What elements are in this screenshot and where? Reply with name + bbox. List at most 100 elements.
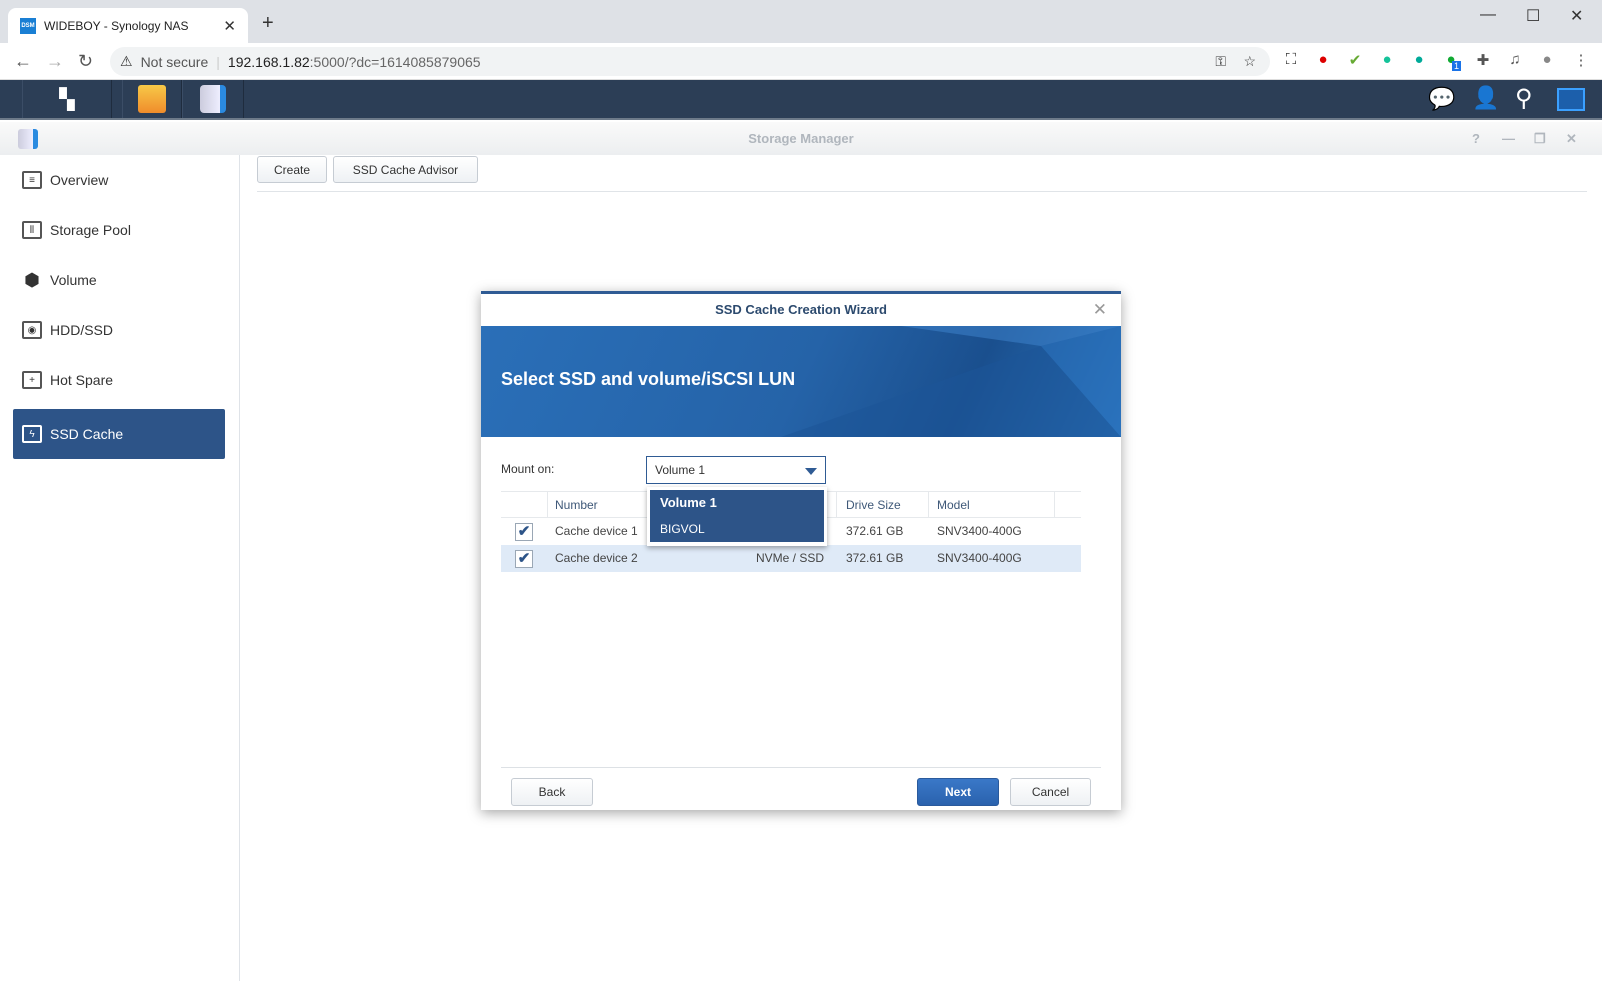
green-extension-icon[interactable]: ● 1 bbox=[1440, 51, 1462, 71]
dsm-favicon-icon: DSM bbox=[20, 17, 36, 34]
main-menu-button[interactable]: ▚ bbox=[22, 80, 112, 118]
sidebar-item-hdd-ssd[interactable]: ◉ HDD/SSD bbox=[13, 305, 225, 355]
search-icon[interactable]: ⚲ bbox=[1515, 84, 1533, 113]
close-dialog-icon[interactable]: ✕ bbox=[1093, 300, 1107, 320]
toolbar-divider bbox=[257, 191, 1587, 192]
sidebar-item-label: SSD Cache bbox=[50, 426, 124, 442]
row-checkbox[interactable]: ✔ bbox=[515, 550, 533, 568]
widgets-icon[interactable] bbox=[1557, 88, 1585, 111]
sidebar-item-label: HDD/SSD bbox=[50, 322, 114, 338]
sidebar-item-hot-spare[interactable]: + Hot Spare bbox=[13, 355, 225, 405]
window-title-bar: Storage Manager ? — ❐ ✕ bbox=[0, 122, 1602, 155]
screenshot-icon[interactable]: ⛶ bbox=[1280, 51, 1302, 68]
help-icon[interactable]: ? bbox=[1472, 122, 1480, 155]
dsm-taskbar: ▚ 💬 👤 ⚲ bbox=[0, 80, 1602, 120]
mount-on-select[interactable]: Volume 1 bbox=[646, 456, 826, 484]
package-center-icon bbox=[138, 85, 166, 113]
column-model[interactable]: Model bbox=[937, 492, 970, 519]
back-icon[interactable]: ← bbox=[14, 51, 32, 72]
table-row[interactable]: ✔ Cache device 2 NVMe / SSD 372.61 GB SN… bbox=[501, 545, 1081, 572]
close-icon[interactable]: ✕ bbox=[1566, 122, 1577, 155]
dialog-title: SSD Cache Creation Wizard bbox=[715, 302, 887, 317]
row-checkbox[interactable]: ✔ bbox=[515, 523, 533, 541]
cell-type: NVMe / SSD bbox=[756, 551, 825, 565]
grammarly-icon[interactable]: ● bbox=[1376, 51, 1398, 68]
security-label: Not secure bbox=[140, 53, 209, 70]
app-icon bbox=[18, 129, 38, 149]
footer-divider bbox=[501, 767, 1101, 768]
cell-model: SNV3400-400G bbox=[937, 551, 1022, 565]
ssd-cache-icon: ϟ bbox=[22, 425, 42, 443]
storage-pool-icon: ⦀ bbox=[22, 221, 42, 239]
ssd-cache-advisor-button[interactable]: SSD Cache Advisor bbox=[333, 156, 478, 183]
restore-icon[interactable]: ❐ bbox=[1534, 122, 1546, 155]
cell-size: 372.61 GB bbox=[846, 524, 904, 538]
media-icon[interactable]: ♫ bbox=[1504, 51, 1526, 68]
sidebar-item-label: Hot Spare bbox=[50, 372, 114, 388]
column-drive-size[interactable]: Drive Size bbox=[846, 492, 901, 519]
menu-icon[interactable]: ⋮ bbox=[1570, 51, 1592, 69]
back-button[interactable]: Back bbox=[511, 778, 593, 806]
option-bigvol[interactable]: BIGVOL bbox=[650, 516, 824, 542]
hdd-icon: ◉ bbox=[22, 321, 42, 339]
notifications-icon[interactable]: 💬 bbox=[1428, 86, 1455, 112]
mount-on-label: Mount on: bbox=[501, 462, 555, 476]
key-icon[interactable]: ⚿ bbox=[1215, 53, 1226, 70]
cancel-button[interactable]: Cancel bbox=[1010, 778, 1091, 806]
sidebar-item-volume[interactable]: ⬢ Volume bbox=[13, 255, 225, 305]
sidebar: ≡ Overview ⦀ Storage Pool ⬢ Volume ◉ HDD/SSD… bbox=[0, 155, 240, 981]
minimize-icon[interactable]: — bbox=[1502, 122, 1515, 155]
sidebar-item-overview[interactable]: ≡ Overview bbox=[13, 155, 225, 205]
sidebar-item-storage-pool[interactable]: ⦀ Storage Pool bbox=[13, 205, 225, 255]
browser-tab[interactable]: DSM WIDEBOY - Synology NAS ✕ bbox=[8, 8, 248, 43]
create-button[interactable]: Create bbox=[257, 156, 327, 183]
sidebar-item-label: Overview bbox=[50, 172, 109, 188]
next-button[interactable]: Next bbox=[917, 778, 999, 806]
new-tab-button[interactable]: + bbox=[262, 12, 274, 35]
package-center-button[interactable] bbox=[122, 80, 182, 118]
sidebar-item-label: Volume bbox=[50, 272, 97, 288]
adblock-icon[interactable]: ● bbox=[1312, 51, 1334, 68]
cell-size: 372.61 GB bbox=[846, 551, 904, 565]
column-number[interactable]: Number bbox=[555, 492, 598, 519]
storage-manager-icon bbox=[200, 85, 226, 113]
address-bar-row: ← → ↻ ⚠ Not secure | 192.168.1.82:5000/?… bbox=[0, 43, 1602, 80]
wizard-heading: Select SSD and volume/iSCSI LUN bbox=[501, 369, 796, 389]
sidebar-item-ssd-cache[interactable]: ϟ SSD Cache bbox=[13, 409, 225, 459]
minimize-window-button[interactable]: — bbox=[1480, 6, 1496, 24]
url-path: :5000/?dc=1614085879065 bbox=[309, 53, 481, 70]
cell-number: Cache device 1 bbox=[555, 524, 638, 538]
cell-number: Cache device 2 bbox=[555, 551, 638, 565]
cell-model: SNV3400-400G bbox=[937, 524, 1022, 538]
window-title: Storage Manager bbox=[748, 131, 854, 146]
url-host: 192.168.1.82 bbox=[227, 53, 310, 70]
sidebar-item-label: Storage Pool bbox=[50, 222, 131, 238]
hot-spare-icon: + bbox=[22, 371, 42, 389]
maximize-window-button[interactable]: ☐ bbox=[1526, 6, 1540, 26]
a-extension-icon[interactable]: ● bbox=[1408, 51, 1430, 68]
overview-icon: ≡ bbox=[22, 171, 42, 189]
storage-manager-button[interactable] bbox=[182, 80, 244, 118]
star-icon[interactable]: ☆ bbox=[1243, 53, 1256, 70]
reload-icon[interactable]: ↻ bbox=[78, 51, 93, 72]
warning-icon: ⚠ bbox=[120, 53, 133, 69]
mount-on-value: Volume 1 bbox=[655, 463, 706, 477]
chevron-down-icon bbox=[805, 468, 817, 475]
spellcheck-icon[interactable]: ✔ bbox=[1344, 51, 1366, 69]
mount-on-dropdown-list: Volume 1 BIGVOL bbox=[647, 487, 827, 546]
url-input[interactable]: ⚠ Not secure | 192.168.1.82:5000/?dc=161… bbox=[110, 47, 1270, 76]
profile-avatar[interactable]: ● bbox=[1536, 51, 1558, 68]
user-icon[interactable]: 👤 bbox=[1472, 85, 1499, 111]
tab-title: WIDEBOY - Synology NAS bbox=[44, 18, 189, 33]
extensions-puzzle-icon[interactable]: ✚ bbox=[1472, 51, 1494, 69]
close-tab-icon[interactable]: ✕ bbox=[223, 17, 236, 35]
volume-icon: ⬢ bbox=[24, 269, 40, 290]
option-volume-1[interactable]: Volume 1 bbox=[650, 490, 824, 516]
forward-icon[interactable]: → bbox=[46, 51, 64, 72]
grid-icon: ▚ bbox=[59, 88, 75, 111]
wizard-banner: Select SSD and volume/iSCSI LUN bbox=[481, 326, 1121, 437]
browser-tab-strip: DSM WIDEBOY - Synology NAS ✕ + — ☐ ✕ bbox=[0, 0, 1602, 43]
ssd-cache-wizard-dialog: SSD Cache Creation Wizard ✕ Select SSD a… bbox=[481, 291, 1121, 810]
extension-badge: 1 bbox=[1452, 61, 1462, 71]
close-window-button[interactable]: ✕ bbox=[1570, 6, 1583, 26]
